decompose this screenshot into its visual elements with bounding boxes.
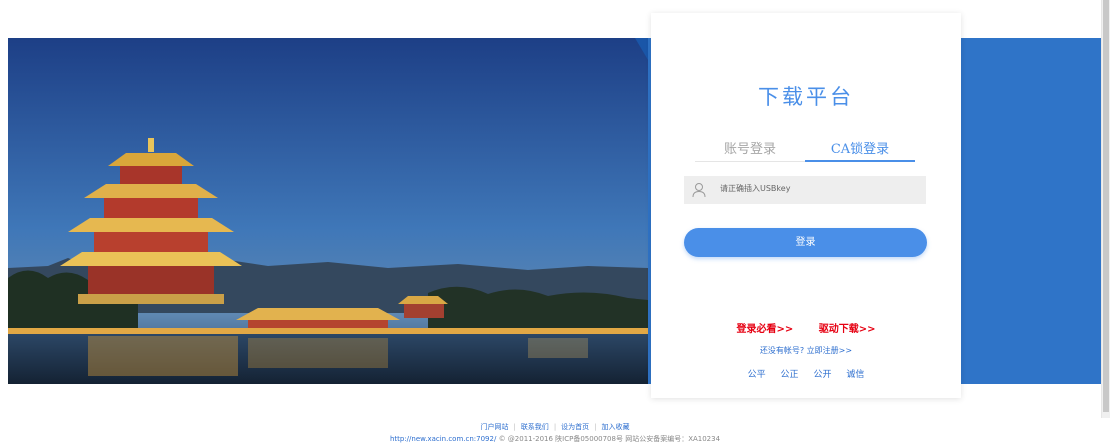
value-item: 公正 [780,370,799,380]
value-item: 诚信 [846,370,865,380]
must-read-link[interactable]: 登录必看>> [736,320,793,335]
login-card: 下载平台 账号登录 CA锁登录 请正确插入USBkey 登录 登录必看>> 驱动… [651,13,961,398]
page-scrollbar[interactable] [1101,0,1110,418]
register-link[interactable]: 还没有帐号? 立即注册>> [651,345,961,356]
user-icon [692,183,706,198]
card-title: 下载平台 [758,85,854,109]
active-tab-indicator [805,160,915,162]
footer-copyright-text: © @2011-2016 陕ICP备05000708号 网站公安备案编号：XA1… [498,435,721,443]
footer-copyright: http://new.xacin.com.cn:7092/ © @2011-20… [0,434,1110,444]
value-item: 公平 [747,370,766,380]
help-links: 登录必看>> 驱动下载>> [651,320,961,335]
values-row: 公平 公正 公开 诚信 [651,367,961,380]
footer-url-link[interactable]: http://new.xacin.com.cn:7092/ [390,435,496,443]
tab-ca-lock-login[interactable]: CA锁登录 [805,138,915,157]
value-item: 公开 [813,370,832,380]
footer-link-set-homepage[interactable]: 设为首页 [556,422,594,432]
hero-photo [8,38,648,384]
footer-links: 门户网站 | 联系我们 | 设为首页 | 加入收藏 [0,422,1110,432]
scrollbar-thumb[interactable] [1103,0,1109,412]
footer-link-portal[interactable]: 门户网站 [475,422,513,432]
driver-download-link[interactable]: 驱动下载>> [819,320,876,335]
footer-link-contact[interactable]: 联系我们 [516,422,554,432]
footer-link-add-favorite[interactable]: 加入收藏 [597,422,635,432]
tab-account-login[interactable]: 账号登录 [695,138,805,157]
usbkey-field[interactable]: 请正确插入USBkey [684,176,926,204]
tower-night-scene [8,38,648,384]
usbkey-hint: 请正确插入USBkey [720,184,791,193]
login-button[interactable]: 登录 [684,228,927,257]
